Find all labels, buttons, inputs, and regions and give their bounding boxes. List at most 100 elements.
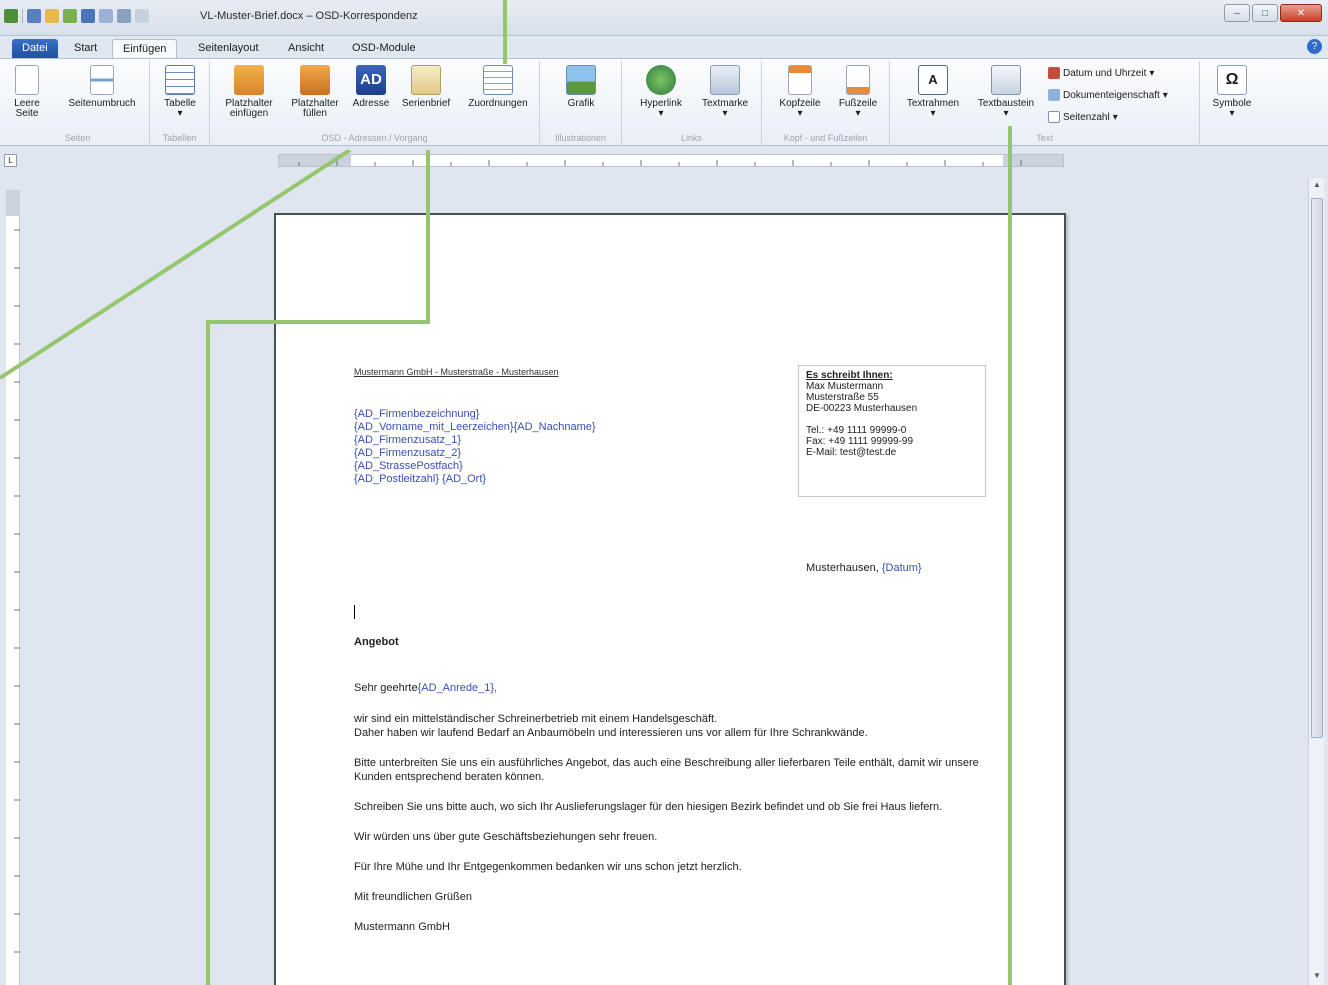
leere-seite-button[interactable]: Leere Seite bbox=[10, 65, 44, 119]
dropdown-arrow-icon: ▾ bbox=[797, 108, 803, 119]
grafik-button[interactable]: Grafik bbox=[560, 65, 602, 109]
document-page[interactable]: Mustermann GmbH - Musterstraße - Musterh… bbox=[274, 213, 1066, 985]
info-box-city: DE-00223 Musterhausen bbox=[806, 403, 918, 414]
salutation-placeholder: {AD_Anrede_1}, bbox=[417, 682, 498, 694]
undo-icon[interactable] bbox=[81, 9, 95, 23]
horizontal-ruler[interactable] bbox=[278, 154, 1064, 167]
document-property-icon bbox=[1048, 89, 1060, 101]
zuordnungen-label: Zuordnungen bbox=[468, 98, 528, 109]
textmarke-button[interactable]: Textmarke ▾ bbox=[694, 65, 756, 119]
preview-icon[interactable] bbox=[135, 9, 149, 23]
address-placeholder: {AD_Firmenzusatz_2} bbox=[354, 447, 461, 459]
group-text: A Textrahmen ▾ Textbaustein ▾ Datum und … bbox=[890, 61, 1200, 145]
address-placeholder: {AD_StrassePostfach} bbox=[354, 460, 463, 472]
symbole-button[interactable]: Ω Symbole ▾ bbox=[1208, 65, 1256, 119]
window-controls: – □ ✕ bbox=[1224, 4, 1322, 22]
dropdown-arrow-icon: ▾ bbox=[1162, 89, 1168, 101]
address-placeholder: {AD_Firmenzusatz_1} bbox=[354, 434, 461, 446]
group-symbole: Ω Symbole ▾ bbox=[1204, 61, 1260, 145]
redo-icon[interactable] bbox=[99, 9, 113, 23]
zuordnungen-button[interactable]: Zuordnungen bbox=[460, 65, 536, 109]
bookmark-icon bbox=[710, 65, 740, 95]
blank-page-icon bbox=[15, 65, 39, 95]
divider bbox=[22, 9, 23, 23]
serienbrief-button[interactable]: Serienbrief bbox=[396, 65, 456, 109]
tab-start[interactable]: Start bbox=[64, 39, 107, 58]
ribbon-tabs: Datei Start Einfügen Seitenlayout Ansich… bbox=[0, 36, 1328, 58]
group-label-seiten: Seiten bbox=[64, 133, 91, 143]
fusszeile-button[interactable]: Fußzeile ▾ bbox=[830, 65, 886, 119]
group-kopf-fusszeilen: Kopfzeile ▾ Fußzeile ▾ Kopf - und Fußzei… bbox=[762, 61, 890, 145]
group-illustrationen: Grafik Illustrationen bbox=[540, 61, 622, 145]
window-title: VL-Muster-Brief.docx – OSD-Korrespondenz bbox=[200, 10, 418, 22]
scroll-down-arrow-icon[interactable]: ▼ bbox=[1309, 971, 1325, 985]
omega-icon: Ω bbox=[1217, 65, 1247, 95]
new-icon[interactable] bbox=[63, 9, 77, 23]
tab-seitenlayout[interactable]: Seitenlayout bbox=[188, 39, 269, 58]
seitenumbruch-button[interactable]: Seitenumbruch bbox=[58, 65, 146, 109]
hyperlink-button[interactable]: Hyperlink ▾ bbox=[632, 65, 690, 119]
dropdown-arrow-icon: ▾ bbox=[177, 108, 183, 119]
callout-line-serienbrief-horizontal bbox=[206, 320, 430, 324]
vertical-scrollbar[interactable]: ▲ ▼ bbox=[1308, 178, 1324, 985]
info-box-spacer bbox=[806, 414, 978, 425]
quick-access-toolbar bbox=[4, 9, 149, 23]
print-icon[interactable] bbox=[117, 9, 131, 23]
save-icon[interactable] bbox=[27, 9, 41, 23]
ribbon: Leere Seite Seitenumbruch Seiten Tabelle… bbox=[0, 58, 1328, 146]
info-box-email: E-Mail: test@test.de bbox=[806, 447, 897, 458]
leere-seite-label-2: Seite bbox=[15, 108, 39, 119]
dokumenteigenschaft-label: Dokumenteigenschaft bbox=[1063, 89, 1160, 101]
tab-datei[interactable]: Datei bbox=[12, 39, 58, 58]
text-box-icon: A bbox=[918, 65, 948, 95]
close-button[interactable]: ✕ bbox=[1280, 4, 1322, 22]
table-icon bbox=[165, 65, 195, 95]
tabelle-button[interactable]: Tabelle ▾ bbox=[160, 65, 200, 119]
group-tabellen: Tabelle ▾ Tabellen bbox=[150, 61, 210, 145]
address-placeholder: {AD_Firmenbezeichnung} bbox=[354, 408, 480, 420]
salutation-text: Sehr geehrte bbox=[354, 682, 418, 694]
body-line: wir sind ein mittelständischer Schreiner… bbox=[354, 713, 718, 725]
platzhalter-einfuegen-button[interactable]: Platzhalter einfügen bbox=[218, 65, 280, 119]
open-icon[interactable] bbox=[45, 9, 59, 23]
minimize-button[interactable]: – bbox=[1224, 4, 1250, 22]
info-box-tel: Tel.: +49 1111 99999-0 bbox=[806, 425, 907, 436]
group-seiten: Leere Seite Seitenumbruch Seiten bbox=[6, 61, 150, 145]
quick-parts-icon bbox=[991, 65, 1021, 95]
tab-einfuegen[interactable]: Einfügen bbox=[112, 39, 178, 58]
maximize-button[interactable]: □ bbox=[1252, 4, 1278, 22]
callout-line-serienbrief-vertical bbox=[426, 150, 430, 324]
header-icon bbox=[788, 65, 812, 95]
kopfzeile-button[interactable]: Kopfzeile ▾ bbox=[770, 65, 830, 119]
tab-osd-module[interactable]: OSD-Module bbox=[342, 39, 426, 58]
help-icon[interactable]: ? bbox=[1307, 39, 1322, 54]
platzhalter-fuellen-button[interactable]: Platzhalter füllen bbox=[284, 65, 346, 119]
callout-line-platzhalter bbox=[0, 150, 352, 380]
text-cursor bbox=[354, 605, 355, 619]
mapping-icon bbox=[483, 65, 513, 95]
dokumenteigenschaft-button[interactable]: Dokumenteigenschaft ▾ bbox=[1048, 89, 1168, 101]
tab-ansicht[interactable]: Ansicht bbox=[278, 39, 334, 58]
datum-uhrzeit-button[interactable]: Datum und Uhrzeit ▾ bbox=[1048, 67, 1154, 79]
dropdown-arrow-icon: ▾ bbox=[658, 108, 664, 119]
group-label-links: Links bbox=[680, 133, 702, 143]
date-place: Musterhausen, bbox=[806, 562, 879, 574]
textrahmen-button[interactable]: A Textrahmen ▾ bbox=[898, 65, 968, 119]
seitenzahl-button[interactable]: Seitenzahl ▾ bbox=[1048, 111, 1118, 123]
adresse-button[interactable]: AD Adresse bbox=[348, 65, 394, 109]
body-paragraph: wir sind ein mittelständischer Schreiner… bbox=[354, 712, 994, 740]
body-paragraph: Wir würden uns über gute Geschäftsbezieh… bbox=[354, 831, 658, 843]
letter-body: wir sind ein mittelständischer Schreiner… bbox=[354, 712, 994, 950]
placeholder-fill-icon bbox=[300, 65, 330, 95]
sender-line: Mustermann GmbH - Musterstraße - Musterh… bbox=[354, 367, 559, 377]
body-paragraph: Schreiben Sie uns bitte auch, wo sich Ih… bbox=[354, 801, 943, 813]
scrollbar-thumb[interactable] bbox=[1311, 198, 1323, 738]
group-label-text: Text bbox=[1036, 133, 1053, 143]
body-line: Daher haben wir laufend Bedarf an Anbaum… bbox=[354, 727, 868, 739]
date-placeholder: {Datum} bbox=[881, 562, 922, 574]
scroll-up-arrow-icon[interactable]: ▲ bbox=[1309, 180, 1325, 194]
textbaustein-button[interactable]: Textbaustein ▾ bbox=[970, 65, 1042, 119]
group-label-tabellen: Tabellen bbox=[162, 133, 197, 143]
sender-info-box: Es schreibt Ihnen: Max Mustermann Muster… bbox=[798, 365, 986, 497]
group-osd-adressen-vorgang: Platzhalter einfügen Platzhalter füllen … bbox=[210, 61, 540, 145]
